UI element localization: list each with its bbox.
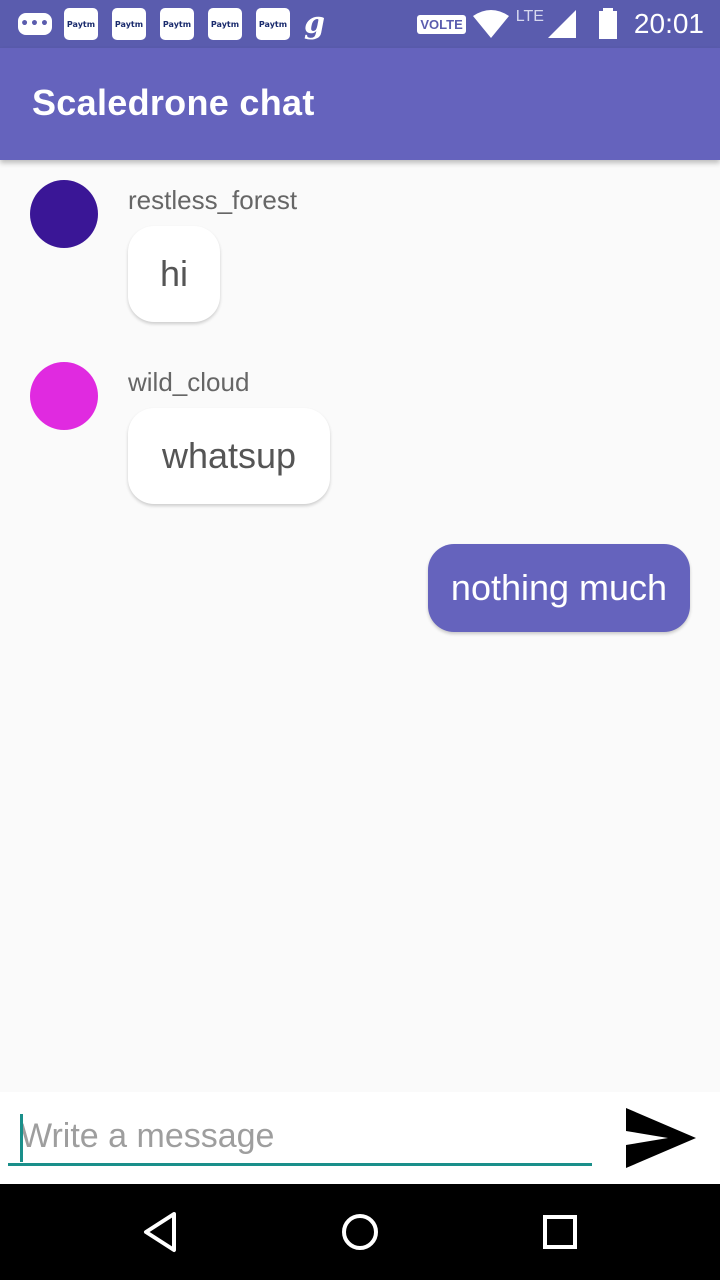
paytm-notification-icon: Paytm: [112, 8, 146, 40]
chat-screen: ••• Paytm Paytm Paytm Paytm Paytm g VOLT…: [0, 0, 720, 1280]
back-triangle-icon[interactable]: [136, 1208, 184, 1256]
notification-icons: ••• Paytm Paytm Paytm Paytm Paytm g: [18, 8, 325, 40]
paytm-notification-icon: Paytm: [208, 8, 242, 40]
signal-icon: [547, 10, 576, 38]
send-icon: [626, 1108, 696, 1168]
status-time: 20:01: [633, 8, 704, 39]
my-message-bubble: nothing much: [428, 544, 690, 632]
volte-badge: VOLTE: [417, 14, 466, 34]
battery-icon: [598, 8, 617, 39]
system-status-icons: VOLTE LTE 20:01: [417, 6, 704, 42]
recents-square-icon[interactable]: [536, 1208, 584, 1256]
network-type-label: LTE: [515, 8, 544, 25]
message-input[interactable]: [8, 1110, 592, 1166]
message-username: restless_forest: [128, 185, 298, 215]
avatar: [30, 362, 98, 430]
wifi-icon: [472, 10, 509, 38]
home-circle-icon[interactable]: [336, 1208, 384, 1256]
app-title: Scaledrone chat: [32, 82, 315, 123]
app-bar: Scaledrone chat: [0, 48, 720, 160]
message-bubble: whatsup: [128, 408, 330, 504]
text-cursor: [20, 1114, 23, 1162]
paytm-notification-icon: Paytm: [256, 8, 290, 40]
paytm-notification-icon: Paytm: [64, 8, 98, 40]
composer-bar: [0, 1092, 720, 1184]
message-list[interactable]: restless_forest hi wild_cloud whatsup no…: [0, 160, 720, 1092]
paytm-notification-icon: Paytm: [160, 8, 194, 40]
message-bubble: hi: [128, 226, 220, 322]
message-username: wild_cloud: [128, 367, 250, 397]
g-app-icon: g: [304, 6, 325, 41]
status-bar: ••• Paytm Paytm Paytm Paytm Paytm g VOLT…: [0, 0, 720, 48]
more-notifications-icon: •••: [18, 13, 52, 35]
send-button[interactable]: [620, 1106, 700, 1170]
system-nav-bar: [0, 1184, 720, 1280]
avatar: [30, 180, 98, 248]
